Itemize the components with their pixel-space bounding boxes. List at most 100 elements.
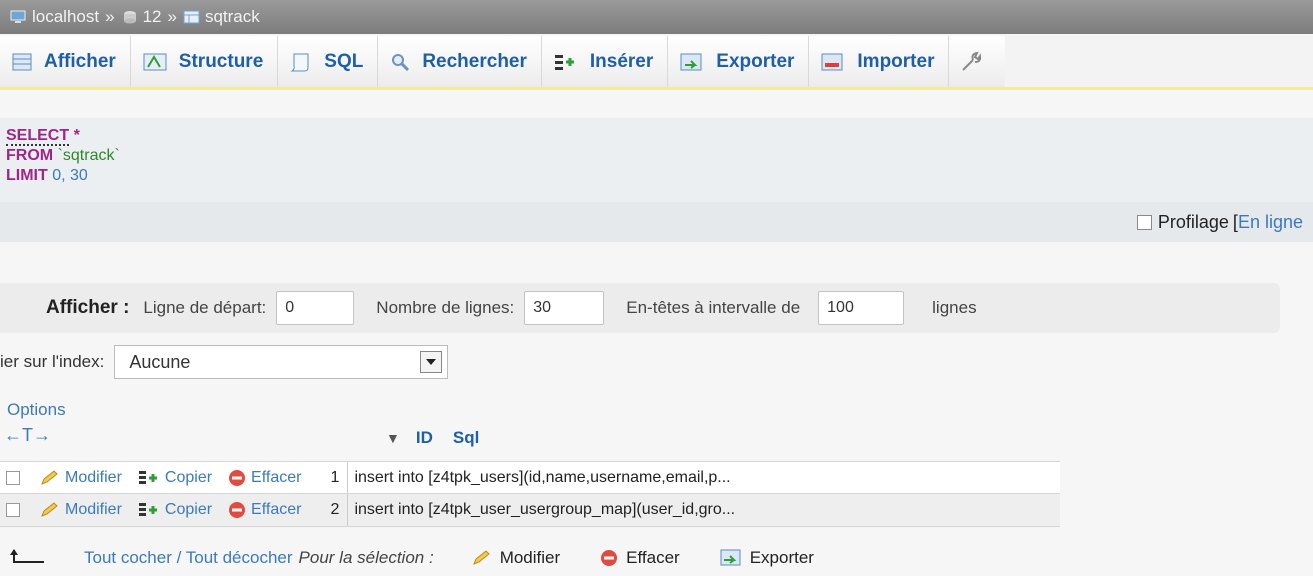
bulk-actions-bar: Tout cocher / Tout décocher Pour la séle… xyxy=(8,548,854,568)
arrow-up-left-icon xyxy=(10,549,44,563)
wrench-icon xyxy=(962,51,982,71)
bulk-export-button[interactable]: Exporter xyxy=(720,548,814,568)
structure-icon xyxy=(143,53,167,70)
breadcrumb-server[interactable]: localhost xyxy=(10,7,99,27)
tab-label: Structure xyxy=(178,50,264,72)
breadcrumb: localhost » 12 » sqtrack xyxy=(0,0,1313,34)
export-icon xyxy=(680,53,702,70)
tab-inserer[interactable]: Insérer xyxy=(541,36,669,87)
sort-direction-icon[interactable]: ▼ xyxy=(386,430,400,446)
check-all-link[interactable]: Tout cocher / Tout décocher xyxy=(84,548,293,568)
sql-keyword-limit: LIMIT xyxy=(6,167,48,184)
delete-label: Effacer xyxy=(251,501,302,518)
row-checkbox[interactable] xyxy=(6,470,20,485)
bulk-delete-button[interactable]: Effacer xyxy=(600,548,680,568)
sort-label: ier sur l'index: xyxy=(0,352,105,371)
breadcrumb-database[interactable]: 12 xyxy=(121,7,162,27)
edit-label: Modifier xyxy=(65,501,122,518)
row-id: 1 xyxy=(330,468,340,486)
tab-label: SQL xyxy=(324,50,364,72)
table-row: Modifier Copier Effacer 2 insert into [z… xyxy=(0,494,1060,527)
copy-row-button[interactable]: Copier xyxy=(138,501,212,519)
sql-limit-count: 30 xyxy=(70,167,88,184)
table-icon xyxy=(183,10,200,24)
sql-table-name: `sqtrack` xyxy=(57,147,120,164)
row-sql-value[interactable]: insert into [z4tpk_user_usergroup_map](u… xyxy=(347,494,937,526)
for-selection-label: Pour la sélection : xyxy=(298,548,434,567)
bulk-edit-button[interactable]: Modifier xyxy=(472,548,560,568)
copy-icon xyxy=(138,470,157,484)
bulk-edit-label: Modifier xyxy=(499,548,561,567)
sql-query-box: SELECT * FROM `sqtrack` LIMIT 0, 30 xyxy=(0,118,1313,202)
tab-label: Exporter xyxy=(716,50,795,72)
tab-sql[interactable]: SQL xyxy=(278,36,379,87)
export-icon xyxy=(720,549,741,566)
browse-icon xyxy=(12,53,32,70)
inline-edit-link[interactable]: En ligne xyxy=(1238,212,1303,233)
lines-label: lignes xyxy=(932,298,977,317)
copy-icon xyxy=(138,503,157,516)
tab-label: Insérer xyxy=(589,50,654,72)
tab-importer[interactable]: Importer xyxy=(809,36,950,87)
database-icon xyxy=(123,11,136,24)
edit-row-button[interactable]: Modifier xyxy=(40,501,122,519)
options-link[interactable]: Options xyxy=(7,400,66,420)
delete-icon xyxy=(229,469,246,486)
delete-row-button[interactable]: Effacer xyxy=(228,469,301,487)
breadcrumb-database-label: 12 xyxy=(142,7,162,26)
delete-row-button[interactable]: Effacer xyxy=(228,501,301,519)
pencil-icon xyxy=(472,550,490,565)
breadcrumb-separator: » xyxy=(167,7,177,26)
row-id: 2 xyxy=(330,501,340,518)
breadcrumb-table-label: sqtrack xyxy=(204,7,260,26)
sql-limit-start: 0 xyxy=(52,167,62,184)
sql-star: * xyxy=(73,127,80,144)
breadcrumb-table[interactable]: sqtrack xyxy=(183,7,260,27)
column-header-id[interactable]: ID xyxy=(416,428,433,448)
sql-keyword-select[interactable]: SELECT xyxy=(6,127,70,146)
delete-icon xyxy=(601,550,618,566)
profiling-label: Profilage xyxy=(1157,211,1229,232)
server-icon xyxy=(10,10,26,23)
import-icon xyxy=(821,53,843,70)
column-header-sql[interactable]: Sql xyxy=(453,428,479,448)
column-expand-arrows[interactable]: ←T→ xyxy=(4,425,51,446)
start-row-label: Ligne de départ: xyxy=(143,298,267,317)
tab-exporter[interactable]: Exporter xyxy=(668,36,810,87)
tab-rechercher[interactable]: Rechercher xyxy=(378,36,542,87)
sort-by-index-row: ier sur l'index: Aucune xyxy=(0,345,449,379)
profiling-checkbox[interactable] xyxy=(1136,214,1152,230)
sql-line-from: FROM `sqtrack` xyxy=(6,146,1307,166)
display-label: Afficher : xyxy=(46,297,130,318)
delete-icon xyxy=(229,502,246,518)
row-sql-value[interactable]: insert into [z4tpk_users](id,name,userna… xyxy=(347,462,937,493)
tab-label: Importer xyxy=(857,50,935,72)
sql-keyword-from: FROM xyxy=(6,147,54,164)
table-header: ▼ ID Sql xyxy=(386,428,479,448)
copy-row-button[interactable]: Copier xyxy=(138,469,212,487)
tab-structure[interactable]: Structure xyxy=(130,36,279,87)
delete-label: Effacer xyxy=(251,468,302,486)
bulk-export-label: Exporter xyxy=(749,548,814,567)
tab-bar: Afficher Structure SQL Rechercher Insére… xyxy=(0,36,1313,90)
sort-selected-value: Aucune xyxy=(129,351,191,372)
sql-icon xyxy=(290,53,309,71)
pencil-icon xyxy=(41,469,58,485)
header-interval-label: En-têtes à intervalle de xyxy=(626,298,801,317)
tab-label: Afficher xyxy=(44,50,116,72)
edit-row-button[interactable]: Modifier xyxy=(40,469,122,487)
tab-afficher[interactable]: Afficher xyxy=(0,36,131,87)
sql-line-select: SELECT * xyxy=(6,126,1307,146)
insert-icon xyxy=(554,54,574,70)
edit-label: Modifier xyxy=(65,468,122,486)
row-checkbox[interactable] xyxy=(6,503,20,517)
pencil-icon xyxy=(41,502,58,517)
tab-operations[interactable] xyxy=(949,36,1006,87)
dropdown-arrow-icon[interactable] xyxy=(420,351,443,373)
header-interval-input[interactable]: 100 xyxy=(818,291,905,325)
copy-label: Copier xyxy=(164,501,213,518)
sql-limit-sep: , xyxy=(61,167,66,184)
sort-index-select[interactable]: Aucune xyxy=(114,345,449,379)
start-row-input[interactable]: 0 xyxy=(276,291,355,325)
row-count-input[interactable]: 30 xyxy=(524,291,605,325)
